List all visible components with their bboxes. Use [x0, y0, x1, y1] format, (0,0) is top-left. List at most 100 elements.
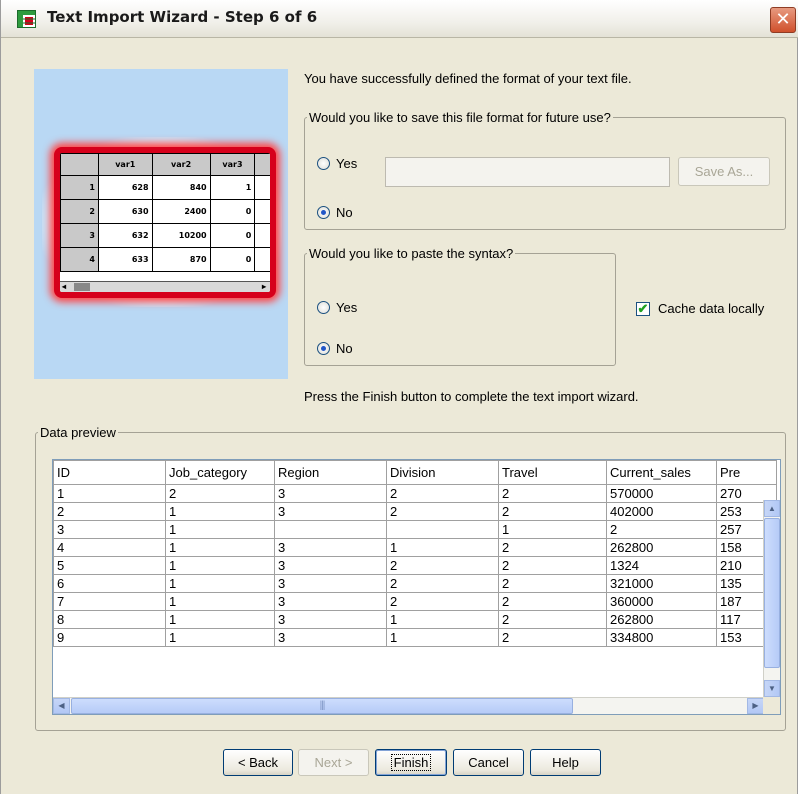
scroll-right-icon: ▸ [261, 282, 266, 291]
table-cell: 2 [498, 556, 607, 575]
illustration-cell [254, 223, 270, 248]
illustration-row-header: 1 [60, 175, 99, 200]
help-button[interactable]: Help [530, 749, 601, 776]
table-cell: 1 [53, 484, 166, 503]
radio-label: No [336, 205, 353, 220]
horizontal-scrollbar[interactable]: ◀ ||| ▶ [53, 697, 764, 714]
table-cell: 3 [274, 610, 387, 629]
column-header[interactable]: Travel [498, 460, 607, 485]
illustration-cell: 633 [97, 247, 153, 272]
illustration-cell: 1 [209, 175, 256, 200]
help-label: Help [552, 755, 579, 770]
table-row: 1 2 3 2 2 570000 270 [53, 484, 777, 503]
table-cell: 4 [53, 538, 166, 557]
table-cell: 1 [165, 520, 275, 539]
illustration-cell: 632 [97, 223, 153, 248]
paste-syntax-yes-radio[interactable]: Yes [317, 300, 357, 315]
illustration-corner [60, 153, 99, 176]
column-header[interactable]: Job_category [165, 460, 275, 485]
illustration-cell [254, 247, 270, 272]
illustration-row-header: 2 [60, 199, 99, 224]
table-cell: 2 [386, 556, 499, 575]
spss-data-icon [17, 10, 36, 28]
cache-data-label: Cache data locally [658, 301, 765, 316]
column-header[interactable]: Region [274, 460, 387, 485]
table-cell: 2 [498, 610, 607, 629]
save-format-yes-radio[interactable]: Yes [317, 156, 357, 171]
paste-syntax-legend: Would you like to paste the syntax? [309, 246, 514, 261]
column-header[interactable]: Pre [716, 460, 777, 485]
table-cell: 3 [274, 574, 387, 593]
save-format-legend: Would you like to save this file format … [309, 110, 611, 125]
wizard-illustration: var1 var2 var3 v 1 628 840 1 2 630 2400 … [34, 69, 288, 379]
save-as-button[interactable]: Save As... [678, 157, 770, 186]
table-cell: 6 [53, 574, 166, 593]
illustration-cell: 2400 [151, 199, 211, 224]
next-button[interactable]: Next > [298, 749, 369, 776]
table-cell: 2 [53, 502, 166, 521]
table-cell: 1 [386, 628, 499, 647]
table-cell: 1 [165, 538, 275, 557]
scroll-right-icon[interactable]: ▶ [747, 698, 764, 714]
column-header[interactable]: Current_sales [606, 460, 717, 485]
table-cell [386, 520, 499, 539]
table-cell: 3 [274, 592, 387, 611]
finish-button[interactable]: Finish [375, 749, 447, 776]
table-row: 3 1 1 2 257 [53, 520, 777, 539]
table-cell: 2 [386, 592, 499, 611]
table-row: 7 1 3 2 2 360000 187 [53, 592, 777, 611]
illustration-cell [254, 199, 270, 224]
table-cell: 1324 [606, 556, 717, 575]
illustration-header: var3 [209, 153, 256, 176]
back-button[interactable]: < Back [223, 749, 293, 776]
illustration-cell: 0 [209, 223, 256, 248]
illustration-scrollbar: ◂ ▸ [60, 281, 270, 292]
table-cell: 1 [165, 610, 275, 629]
cache-data-checkbox[interactable]: ✔ Cache data locally [636, 301, 764, 316]
vertical-scrollbar[interactable]: ▲ ▼ [763, 500, 780, 697]
finish-instruction: Press the Finish button to complete the … [304, 389, 639, 404]
radio-unselected-icon [317, 301, 330, 314]
close-icon[interactable]: ✕ [770, 7, 796, 33]
column-header[interactable]: Division [386, 460, 499, 485]
vertical-scroll-thumb[interactable] [764, 518, 780, 668]
checkmark-icon: ✔ [636, 300, 650, 316]
save-format-path-field[interactable] [385, 157, 670, 187]
table-cell: 7 [53, 592, 166, 611]
illustration-header: var2 [151, 153, 211, 176]
table-cell: 1 [165, 574, 275, 593]
title-bar[interactable]: Text Import Wizard - Step 6 of 6 ✕ [1, 0, 798, 38]
table-cell: 1 [386, 610, 499, 629]
back-label: < Back [237, 755, 279, 770]
next-label: Next > [314, 755, 353, 770]
table-cell: 3 [274, 538, 387, 557]
scroll-down-icon[interactable]: ▼ [764, 680, 780, 697]
table-cell: 3 [274, 556, 387, 575]
table-cell: 2 [386, 484, 499, 503]
illustration-header: v [254, 153, 270, 176]
save-format-no-radio[interactable]: No [317, 205, 353, 220]
table-cell: 321000 [606, 574, 717, 593]
data-preview-grid[interactable]: ID Job_category Region Division Travel C… [52, 459, 781, 715]
table-cell: 262800 [606, 610, 717, 629]
table-cell: 2 [498, 574, 607, 593]
table-row: 6 1 3 2 2 321000 135 [53, 574, 777, 593]
table-cell: 2 [498, 538, 607, 557]
illustration-cell: 870 [151, 247, 211, 272]
horizontal-scroll-thumb[interactable]: ||| [71, 698, 573, 714]
radio-selected-icon [317, 342, 330, 355]
illustration-cell: 630 [97, 199, 153, 224]
cancel-button[interactable]: Cancel [453, 749, 524, 776]
scroll-up-icon[interactable]: ▲ [764, 500, 780, 517]
table-cell: 3 [274, 484, 387, 503]
illustration-row-header: 4 [60, 247, 99, 272]
scroll-left-icon[interactable]: ◀ [53, 698, 70, 714]
table-cell: 1 [165, 592, 275, 611]
scroll-corner [763, 697, 780, 714]
table-cell: 1 [165, 556, 275, 575]
data-preview-legend: Data preview [40, 425, 116, 440]
paste-syntax-no-radio[interactable]: No [317, 341, 353, 356]
illustration-row-header: 3 [60, 223, 99, 248]
table-cell: 2 [498, 628, 607, 647]
column-header[interactable]: ID [53, 460, 166, 485]
